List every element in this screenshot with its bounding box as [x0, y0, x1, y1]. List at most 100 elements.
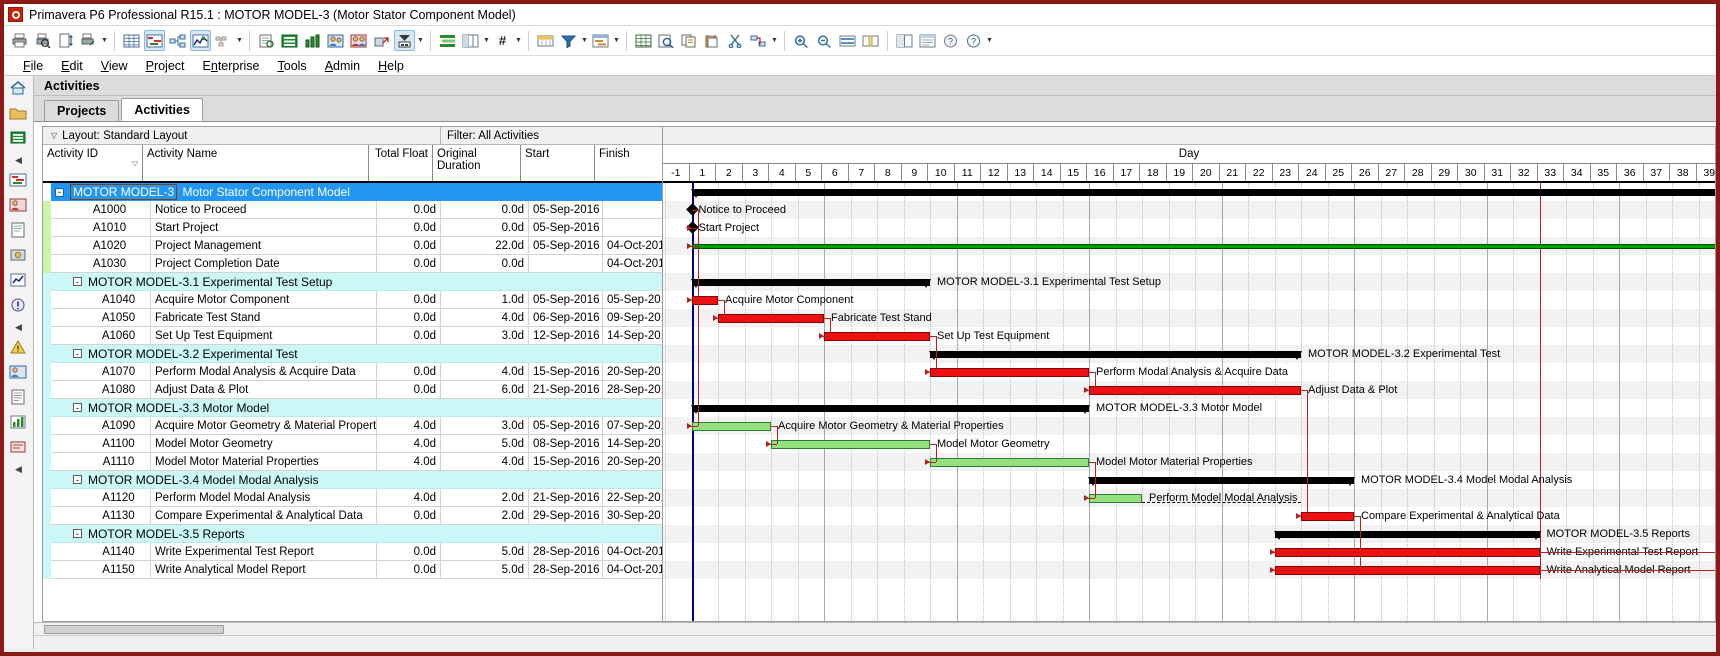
cell-finish[interactable]: 30-Sep-2016 — [603, 507, 662, 525]
resources-icon[interactable] — [302, 30, 323, 51]
gantt-bar-critical[interactable] — [718, 314, 824, 323]
rail-resource-assignments-icon[interactable] — [9, 197, 29, 217]
print-preview-icon[interactable] — [32, 30, 53, 51]
bars-icon[interactable] — [590, 30, 611, 51]
rail-activities-icon[interactable] — [9, 172, 29, 192]
collapse-expander-icon[interactable]: - — [73, 529, 82, 538]
cell-total-float[interactable]: 0.0d — [377, 219, 441, 237]
rail-wp-documents-icon[interactable] — [9, 222, 29, 242]
cell-total-float[interactable]: 0.0d — [377, 291, 441, 309]
activity-usage-profile-icon[interactable] — [190, 30, 211, 51]
table-view-icon[interactable] — [121, 30, 142, 51]
cell-finish[interactable]: 04-Oct-2016 — [603, 561, 662, 579]
cell-total-float[interactable]: 0.0d — [377, 201, 441, 219]
cell-finish[interactable]: 20-Sep-2016 — [603, 453, 662, 471]
wbs-row-label[interactable]: - MOTOR MODEL-3.3 Motor Model — [51, 399, 662, 417]
timescale-icon[interactable] — [535, 30, 556, 51]
copy-icon[interactable] — [679, 30, 700, 51]
table-row[interactable]: A1030 Project Completion Date 0.0d 0.0d 04-O… — [43, 255, 662, 273]
gantt-bar-summary[interactable] — [690, 279, 931, 288]
table-row[interactable]: A1140 Write Experimental Test Report 0.0d 5… — [43, 543, 662, 561]
cell-original-duration[interactable]: 22.0d — [441, 237, 529, 255]
rail-issues-icon[interactable] — [9, 297, 29, 317]
collapse-expander-icon[interactable]: - — [73, 349, 82, 358]
tab-strip[interactable]: Projects Activities — [34, 96, 1716, 122]
cell-activity-id[interactable]: A1010 — [51, 219, 151, 237]
menu-item-help[interactable]: Help — [369, 59, 413, 73]
table-row[interactable]: A1080 Adjust Data & Plot 0.0d 6.0d 21-Sep-20… — [43, 381, 662, 399]
wbs-icon[interactable] — [279, 30, 300, 51]
collapse-expander-icon[interactable]: - — [73, 403, 82, 412]
cell-start[interactable]: 15-Sep-2016 — [529, 363, 603, 381]
cell-start[interactable]: 12-Sep-2016 — [529, 327, 603, 345]
cell-activity-id[interactable]: A1060 — [51, 327, 151, 345]
cell-finish[interactable]: 05-Sep-2016 — [603, 291, 662, 309]
wbs-row-label[interactable]: - MOTOR MODEL-3.5 Reports — [51, 525, 662, 543]
cell-activity-id[interactable]: A1030 — [51, 255, 151, 273]
wbs-row[interactable]: - MOTOR MODEL-3.5 Reports — [43, 525, 662, 543]
column-header-activity-name[interactable]: Activity Name — [143, 145, 369, 181]
rail-wp-icon[interactable] — [9, 439, 29, 459]
cell-activity-id[interactable]: A1110 — [51, 453, 151, 471]
cell-activity-id[interactable]: A1040 — [51, 291, 151, 309]
collapse-expander-icon[interactable]: - — [73, 277, 82, 286]
cell-finish[interactable]: 22-Sep-2016 — [603, 489, 662, 507]
table-row[interactable]: A1110 Model Motor Material Properties 4.0d… — [43, 453, 662, 471]
wbs-row-label[interactable]: - MOTOR MODEL-3.1 Experimental Test Setup — [51, 273, 662, 291]
notebook-icon[interactable] — [917, 30, 938, 51]
table-row[interactable]: A1040 Acquire Motor Component 0.0d 1.0d 05-S… — [43, 291, 662, 309]
cell-original-duration[interactable]: 2.0d — [441, 507, 529, 525]
gantt-bar-critical[interactable] — [1089, 386, 1301, 395]
rail-tracking-icon[interactable] — [9, 414, 29, 434]
gantt-bar-critical[interactable] — [1301, 512, 1354, 521]
cell-start[interactable]: 21-Sep-2016 — [529, 381, 603, 399]
cell-total-float[interactable]: 0.0d — [377, 543, 441, 561]
cell-activity-name[interactable]: Write Experimental Test Report — [151, 543, 377, 561]
cell-start[interactable]: 08-Sep-2016 — [529, 435, 603, 453]
wbs-row-label[interactable]: - MOTOR MODEL-3.4 Model Modal Analysis — [51, 471, 662, 489]
roles-icon[interactable] — [325, 30, 346, 51]
tab-activities[interactable]: Activities — [121, 98, 203, 121]
cell-total-float[interactable]: 0.0d — [377, 255, 441, 273]
cell-total-float[interactable]: 0.0d — [377, 237, 441, 255]
column-header-total-float[interactable]: Total Float — [369, 145, 433, 181]
cell-original-duration[interactable]: 5.0d — [441, 435, 529, 453]
table-row[interactable]: A1020 Project Management 0.0d 22.0d 05-Sep-2… — [43, 237, 662, 255]
table-row[interactable]: A1100 Model Motor Geometry 4.0d 5.0d 08-Sep-… — [43, 435, 662, 453]
cell-start[interactable]: 28-Sep-2016 — [529, 543, 603, 561]
find-icon[interactable] — [656, 30, 677, 51]
rail-resources-icon[interactable] — [9, 364, 29, 384]
cell-activity-name[interactable]: Start Project — [151, 219, 377, 237]
schedule-icon[interactable] — [394, 30, 415, 51]
cell-total-float[interactable]: 0.0d — [377, 381, 441, 399]
page-setup-icon[interactable] — [55, 30, 76, 51]
menu-item-edit[interactable]: Edit — [52, 59, 92, 73]
resource-assignments-icon[interactable] — [348, 30, 369, 51]
gantt-chart-icon[interactable] — [144, 30, 165, 51]
progress-spotlight-icon[interactable] — [860, 30, 881, 51]
spreadsheet-icon[interactable] — [633, 30, 654, 51]
rail-expand-right-icon[interactable]: ◀ — [15, 322, 22, 333]
cut-icon[interactable] — [725, 30, 746, 51]
cell-original-duration[interactable]: 1.0d — [441, 291, 529, 309]
cell-activity-id[interactable]: A1150 — [51, 561, 151, 579]
cell-activity-name[interactable]: Notice to Proceed — [151, 201, 377, 219]
help-icon[interactable]: ? — [940, 30, 961, 51]
collapse-expander-icon[interactable]: - — [55, 187, 64, 197]
cell-finish[interactable]: 07-Sep-2016 — [603, 417, 662, 435]
cell-activity-name[interactable]: Model Motor Geometry — [151, 435, 377, 453]
paste-icon[interactable] — [702, 30, 723, 51]
cell-original-duration[interactable]: 5.0d — [441, 561, 529, 579]
cell-finish[interactable]: 04-Oct-2016 — [603, 237, 662, 255]
cell-original-duration[interactable]: 2.0d — [441, 489, 529, 507]
gantt-bar-summary[interactable] — [690, 405, 1090, 414]
rail-more-icon[interactable]: ◀ — [15, 464, 22, 475]
table-row[interactable]: A1070 Perform Modal Analysis & Acquire Da… — [43, 363, 662, 381]
cell-original-duration[interactable]: 5.0d — [441, 543, 529, 561]
cell-total-float[interactable]: 0.0d — [377, 363, 441, 381]
trace-logic-icon[interactable] — [213, 30, 234, 51]
project-row[interactable]: - MOTOR MODEL-3 Motor Stator Component Mo… — [43, 183, 662, 201]
cell-activity-name[interactable]: Write Analytical Model Report — [151, 561, 377, 579]
cell-activity-name[interactable]: Acquire Motor Geometry & Material Proper… — [151, 417, 377, 435]
table-column-headers[interactable]: Activity ID ▽ Activity Name Total Float Orig… — [43, 145, 662, 183]
